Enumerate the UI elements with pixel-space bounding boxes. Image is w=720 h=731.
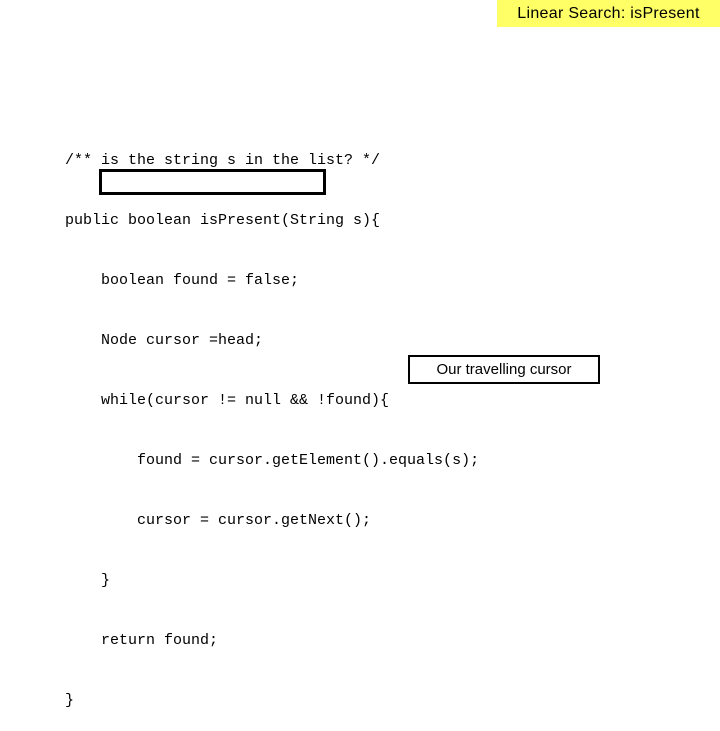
callout-box: Our travelling cursor xyxy=(408,355,600,384)
code-line: /** is the string s in the list? */ xyxy=(65,152,381,169)
page-title: Linear Search: isPresent xyxy=(517,4,700,22)
code-line: found = cursor.getElement().equals(s); xyxy=(65,452,480,469)
code-line: public boolean isPresent(String s){ xyxy=(65,212,381,229)
code-line: while(cursor != null && !found){ xyxy=(65,392,390,409)
callout-label: Our travelling cursor xyxy=(436,361,572,378)
code-line: } xyxy=(65,692,75,709)
code-block: /** is the string s in the list? */ publ… xyxy=(65,111,479,731)
slide-title-banner: Linear Search: isPresent xyxy=(497,0,720,27)
slide-canvas: { "slide": { "background_color": "#fffff… xyxy=(0,0,720,709)
code-line: cursor = cursor.getNext(); xyxy=(65,512,372,529)
code-line: } xyxy=(65,572,111,589)
code-line: return found; xyxy=(65,632,219,649)
code-line: boolean found = false; xyxy=(65,272,300,289)
code-line-highlighted: Node cursor =head; xyxy=(65,332,264,349)
